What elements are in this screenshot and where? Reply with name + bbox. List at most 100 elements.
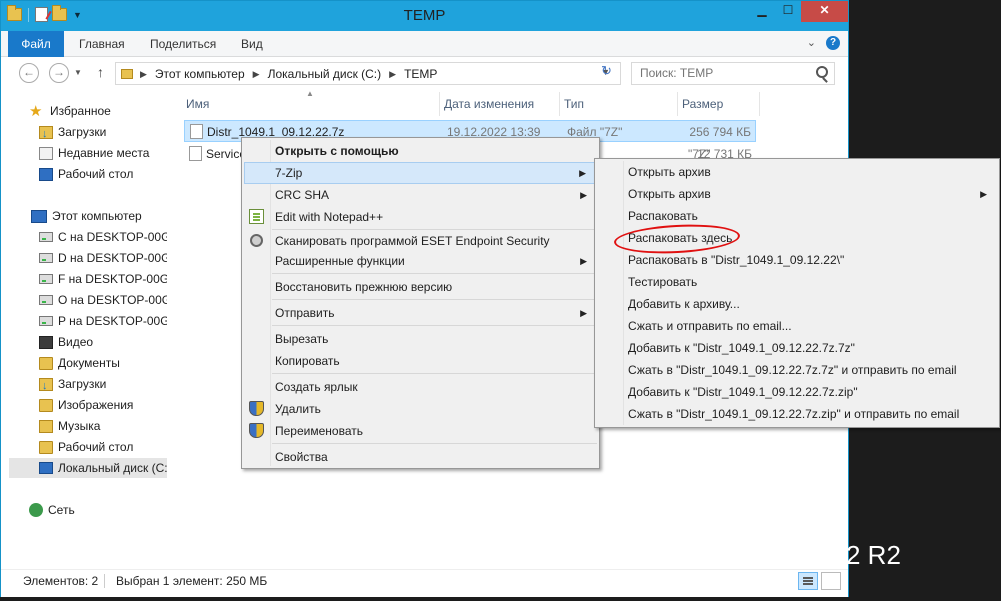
nav-item-documents[interactable]: Документы xyxy=(39,353,120,373)
refresh-icon[interactable]: ↻ xyxy=(601,63,612,79)
menu-properties[interactable]: Свойства xyxy=(244,446,597,468)
nav-this-pc[interactable]: Этот компьютер xyxy=(31,206,142,226)
menu-create-shortcut[interactable]: Создать ярлык xyxy=(244,376,597,398)
uac-shield-icon xyxy=(249,401,264,416)
search-icon[interactable] xyxy=(816,66,828,78)
up-button[interactable]: ↑ xyxy=(97,64,104,80)
nav-item-desktop-pc[interactable]: Рабочий стол xyxy=(39,437,133,457)
column-type[interactable]: Тип xyxy=(560,92,678,116)
status-bar: Элементов: 2 Выбран 1 элемент: 250 МБ xyxy=(1,569,848,597)
menu-restore[interactable]: Восстановить прежнюю версию xyxy=(244,276,597,298)
nav-item-drive-d[interactable]: D на DESKTOP-00GB xyxy=(39,248,167,268)
ribbon-tabs: Файл Главная Поделиться Вид ⌄ ? xyxy=(1,31,848,57)
7zip-add-to-zip[interactable]: Добавить к "Distr_1049.1_09.12.22.7z.zip… xyxy=(597,381,997,403)
recent-locations-icon[interactable]: ▼ xyxy=(74,68,82,77)
back-button[interactable]: ← xyxy=(19,63,39,83)
submenu-arrow-icon: ▶ xyxy=(980,189,987,199)
7zip-add-to-7z[interactable]: Добавить к "Distr_1049.1_09.12.22.7z.7z" xyxy=(597,337,997,359)
breadcrumb-local-disk[interactable]: Локальный диск (C:) xyxy=(268,67,382,81)
menu-edit-notepad[interactable]: Edit with Notepad++ xyxy=(244,206,597,228)
nav-network[interactable]: Сеть xyxy=(29,500,75,520)
nav-item-music[interactable]: Музыка xyxy=(39,416,100,436)
selection-info: Выбран 1 элемент: 250 МБ xyxy=(116,574,268,588)
file-icon xyxy=(189,146,202,161)
close-button[interactable]: ✕ xyxy=(801,1,848,22)
recent-places-icon xyxy=(39,146,53,160)
large-icons-view-button[interactable] xyxy=(821,572,841,590)
expand-ribbon-icon[interactable]: ⌄ xyxy=(807,36,816,50)
search-input[interactable] xyxy=(632,63,802,83)
menu-cut[interactable]: Вырезать xyxy=(244,328,597,350)
search-box[interactable] xyxy=(631,62,835,85)
downloads-folder-icon xyxy=(39,376,53,396)
address-input[interactable]: ▶ Этот компьютер ▶ Локальный диск (C:) ▶… xyxy=(115,62,621,85)
local-disk-icon xyxy=(39,462,53,474)
menu-open-with[interactable]: Открыть с помощью xyxy=(244,140,597,162)
submenu-7zip: Открыть архив Открыть архив ▶ Распаковат… xyxy=(594,158,1000,428)
7zip-add-to-archive[interactable]: Добавить к архиву... xyxy=(597,293,997,315)
menu-rename[interactable]: Переименовать xyxy=(244,420,597,442)
column-size[interactable]: Размер xyxy=(678,92,760,116)
breadcrumb-temp[interactable]: TEMP xyxy=(404,67,437,81)
nav-item-video[interactable]: Видео xyxy=(39,332,93,352)
details-view-button[interactable] xyxy=(798,572,818,590)
7zip-extract[interactable]: Распаковать xyxy=(597,205,997,227)
notepad-plus-plus-icon xyxy=(249,209,264,224)
7zip-compress-zip-email[interactable]: Сжать в "Distr_1049.1_09.12.22.7z.zip" и… xyxy=(597,403,997,425)
submenu-arrow-icon: ▶ xyxy=(580,308,587,318)
computer-icon xyxy=(31,209,47,223)
title-bar: ▼ TEMP ▁ ☐ ✕ xyxy=(1,1,848,31)
navigation-pane: ★ Избранное Загрузки Недавние места Рабо… xyxy=(1,89,167,569)
column-date[interactable]: Дата изменения xyxy=(440,92,560,116)
menu-delete[interactable]: Удалить xyxy=(244,398,597,420)
context-menu: Открыть с помощью 7-Zip ▶ CRC SHA ▶ Edit… xyxy=(241,137,600,469)
downloads-folder-icon xyxy=(39,124,53,144)
pictures-folder-icon xyxy=(39,398,53,412)
tab-share[interactable]: Поделиться xyxy=(150,31,216,57)
breadcrumb-this-pc[interactable]: Этот компьютер xyxy=(155,67,245,81)
nav-favorites[interactable]: ★ Избранное xyxy=(29,101,111,121)
folder-icon xyxy=(121,69,133,79)
star-icon: ★ xyxy=(29,102,43,120)
eset-icon xyxy=(250,234,263,247)
tab-home[interactable]: Главная xyxy=(79,31,125,57)
7zip-open-archive-submenu[interactable]: Открыть архив ▶ xyxy=(597,183,997,205)
submenu-arrow-icon: ▶ xyxy=(580,256,587,266)
network-drive-icon xyxy=(39,295,53,305)
window-title: TEMP xyxy=(403,7,446,24)
column-headers: ▲ Имя Дата изменения Тип Размер xyxy=(182,89,760,116)
network-drive-icon xyxy=(39,316,53,326)
nav-item-drive-p[interactable]: P на DESKTOP-00GB xyxy=(39,311,167,331)
menu-7zip[interactable]: 7-Zip ▶ xyxy=(244,162,597,184)
nav-item-downloads[interactable]: Загрузки xyxy=(39,122,106,144)
nav-item-desktop[interactable]: Рабочий стол xyxy=(39,164,133,184)
window-controls: ▁ ☐ ✕ xyxy=(749,1,848,22)
menu-crc-sha[interactable]: CRC SHA ▶ xyxy=(244,184,597,206)
breadcrumb: ▶ Этот компьютер ▶ Локальный диск (C:) ▶… xyxy=(140,67,438,81)
menu-eset-scan[interactable]: Сканировать программой ESET Endpoint Sec… xyxy=(244,230,597,252)
7zip-test[interactable]: Тестировать xyxy=(597,271,997,293)
column-name[interactable]: Имя xyxy=(182,92,440,116)
nav-item-local-disk[interactable]: Локальный диск (C:) xyxy=(9,458,167,478)
nav-item-recent[interactable]: Недавние места xyxy=(39,143,149,163)
menu-copy[interactable]: Копировать xyxy=(244,350,597,372)
minimize-button[interactable]: ▁ xyxy=(749,1,775,22)
forward-button[interactable]: → xyxy=(49,63,69,83)
7zip-compress-7z-email[interactable]: Сжать в "Distr_1049.1_09.12.22.7z.7z" и … xyxy=(597,359,997,381)
nav-item-pictures[interactable]: Изображения xyxy=(39,395,133,415)
desktop-folder-icon xyxy=(39,440,53,454)
address-bar-area: ← → ▼ ↑ ▶ Этот компьютер ▶ Локальный дис… xyxy=(1,57,848,89)
nav-item-drive-f[interactable]: F на DESKTOP-00GB xyxy=(39,269,167,289)
network-drive-icon xyxy=(39,232,53,242)
tab-view[interactable]: Вид xyxy=(241,31,263,57)
help-icon[interactable]: ? xyxy=(826,36,840,50)
menu-send-to[interactable]: Отправить ▶ xyxy=(244,302,597,324)
7zip-open-archive[interactable]: Открыть архив xyxy=(597,161,997,183)
nav-item-downloads-pc[interactable]: Загрузки xyxy=(39,374,106,396)
nav-item-drive-o[interactable]: O на DESKTOP-00GB xyxy=(39,290,167,310)
7zip-compress-email[interactable]: Сжать и отправить по email... xyxy=(597,315,997,337)
maximize-button[interactable]: ☐ xyxy=(775,1,801,22)
nav-item-drive-c[interactable]: C на DESKTOP-00GB xyxy=(39,227,167,247)
tab-file[interactable]: Файл xyxy=(8,31,64,57)
menu-advanced[interactable]: Расширенные функции ▶ xyxy=(244,250,597,272)
